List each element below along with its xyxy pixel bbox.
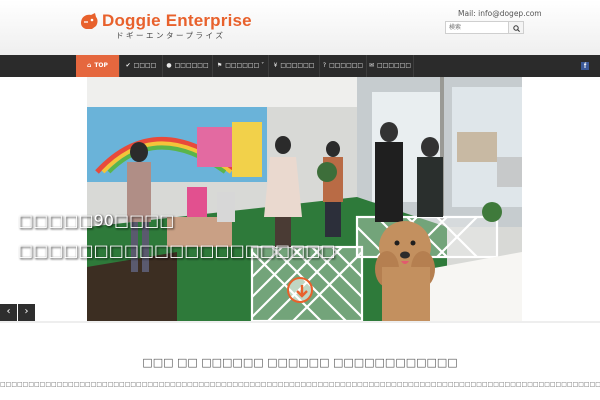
- site-header: Doggie Enterprise ドギーエンタープライズ Mail: info…: [0, 0, 600, 55]
- home-icon: ⌂: [87, 62, 92, 69]
- slider-prev-button[interactable]: ‹: [0, 304, 17, 321]
- hero-slider: □□□□□90□□□□ □□□□□□□□□□□□□□□□□□□□□ ‹ ›: [0, 77, 600, 321]
- section-title: □□□ □□ □□□□□□ □□□□□□ □□□□□□□□□□□□: [142, 356, 458, 369]
- logo-title: Doggie Enterprise: [102, 11, 252, 30]
- yen-icon: ¥: [273, 62, 278, 69]
- arrow-down-icon: [296, 285, 308, 298]
- search-icon: [513, 25, 520, 32]
- contact-email[interactable]: Mail: info@dogep.com: [458, 9, 542, 18]
- main-nav: ⌂ TOP ✔ □□□□ ● □□□□□□ ⚑ □□□□□□ ˅ ¥ □□□□□□ ? □□…: [0, 55, 600, 77]
- chevron-down-icon: ˅: [259, 62, 265, 69]
- section-divider: [0, 321, 600, 323]
- nav-item-top[interactable]: ⌂ TOP: [76, 55, 119, 77]
- nav-item-6[interactable]: ? □□□□□□: [319, 55, 366, 77]
- logo-subtitle: ドギーエンタープライズ: [116, 31, 226, 40]
- section-text: □□□□□□□□□□□□□□□□□□□□□□□□□□□□□□□□□□□□□□□□…: [0, 381, 600, 388]
- envelope-icon: ✉: [368, 62, 374, 69]
- site-logo[interactable]: Doggie Enterprise ドギーエンタープライズ: [78, 10, 258, 42]
- check-icon: ✔: [125, 62, 131, 69]
- nav-item-7[interactable]: ✉ □□□□□□: [366, 55, 414, 77]
- nav-item-4[interactable]: ⚑ □□□□□□ ˅: [212, 55, 268, 77]
- question-icon: ?: [322, 62, 327, 69]
- search-form: [445, 21, 524, 34]
- hero-subheadline: □□□□□□□□□□□□□□□□□□□□□: [18, 241, 336, 260]
- nav-item-3[interactable]: ● □□□□□□: [162, 55, 212, 77]
- scroll-down-button[interactable]: [287, 277, 313, 303]
- slider-next-button[interactable]: ›: [18, 304, 35, 321]
- hero-headline: □□□□□90□□□□: [18, 211, 175, 230]
- flag-icon: ⚑: [216, 62, 223, 69]
- nav-item-2[interactable]: ✔ □□□□: [119, 55, 162, 77]
- nav-item-5[interactable]: ¥ □□□□□□: [268, 55, 319, 77]
- dog-logo-icon: [78, 11, 100, 33]
- search-button[interactable]: [509, 21, 524, 34]
- search-input[interactable]: [445, 21, 509, 34]
- facebook-icon[interactable]: f: [581, 62, 589, 70]
- dog-icon: ●: [166, 62, 172, 69]
